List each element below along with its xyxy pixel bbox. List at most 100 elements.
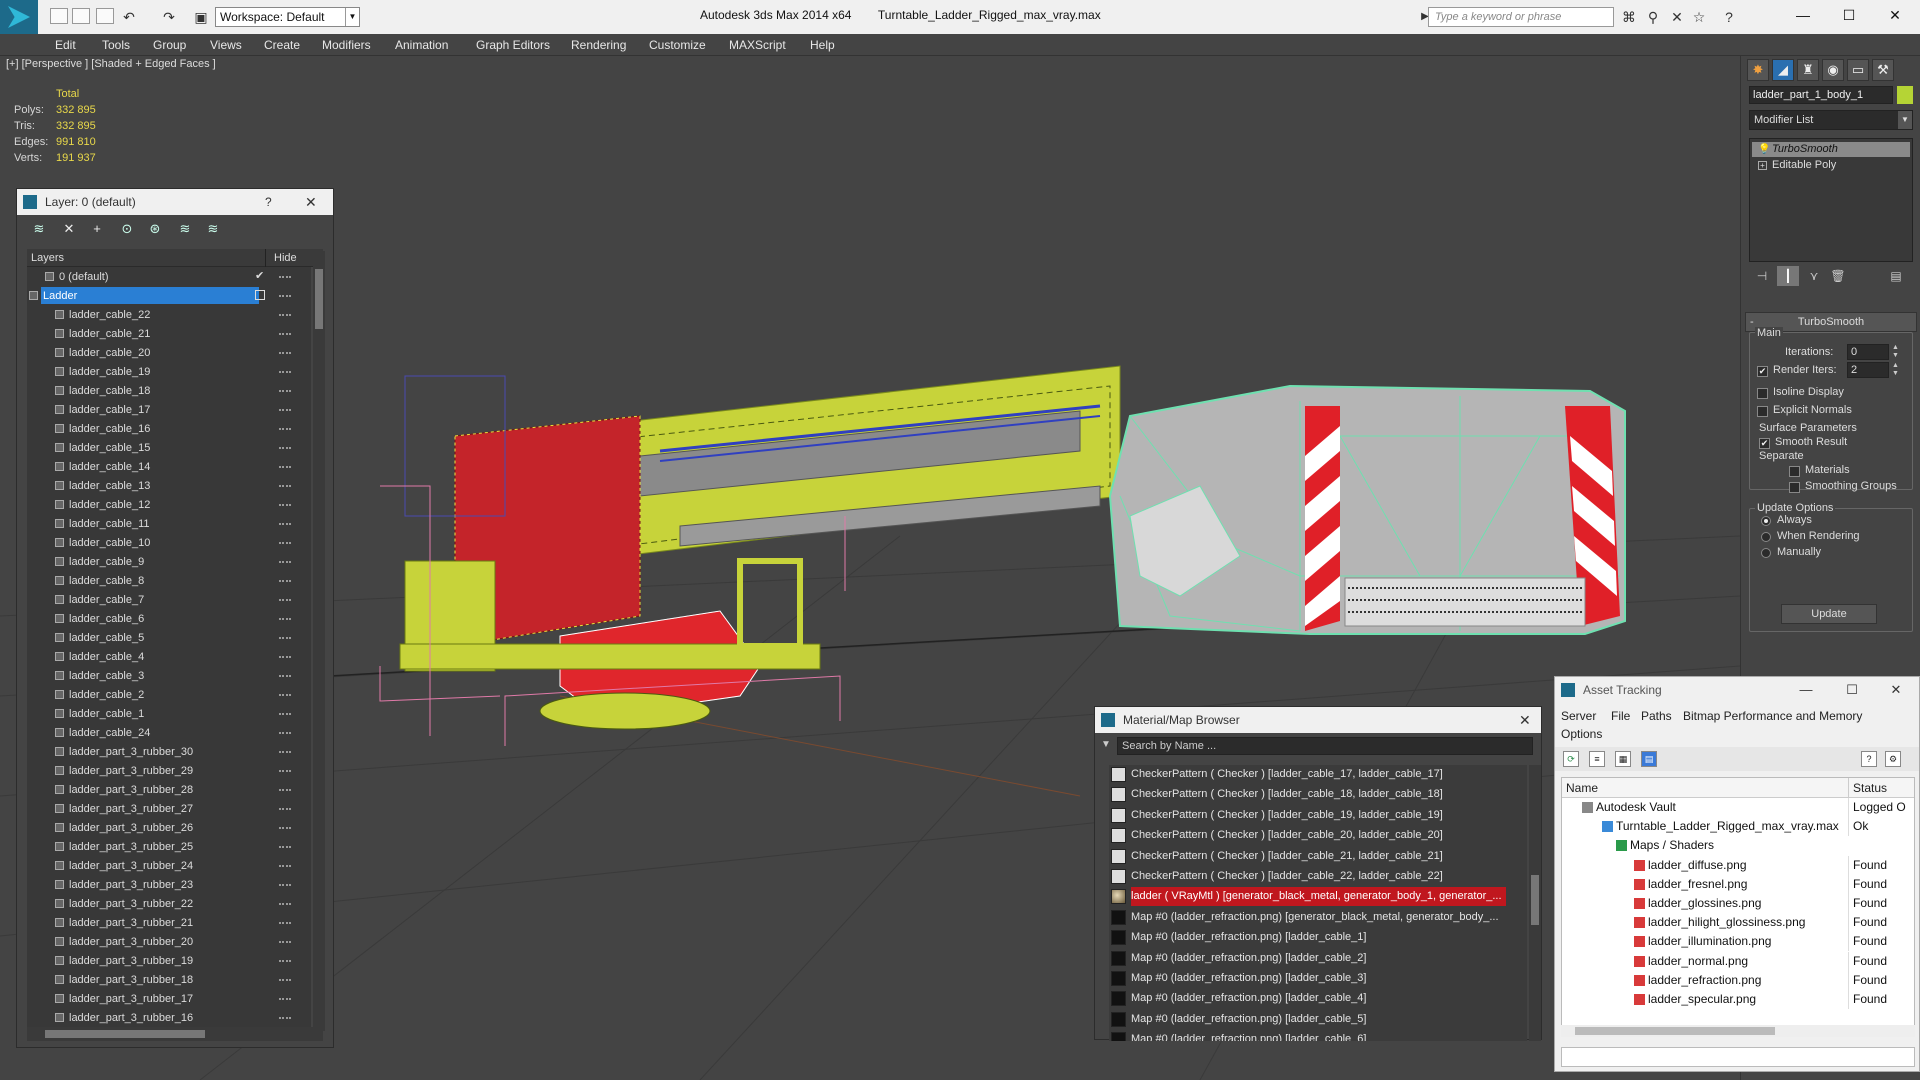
new-layer-icon[interactable]: ≋ [29, 220, 49, 238]
hide-toggle[interactable] [279, 751, 291, 753]
hide-toggle[interactable] [279, 409, 291, 411]
minimize-icon[interactable]: — [1787, 677, 1825, 703]
manually-radio[interactable] [1761, 548, 1771, 558]
hide-toggle[interactable] [279, 390, 291, 392]
hide-toggle[interactable] [279, 447, 291, 449]
active-layer-check-icon[interactable]: ✔ [255, 267, 264, 286]
layer-row[interactable]: ladder_part_3_rubber_27 [27, 799, 311, 818]
hide-toggle[interactable] [279, 979, 291, 981]
at-menu-options[interactable]: Options [1561, 727, 1602, 743]
hide-toggle[interactable] [279, 523, 291, 525]
viewport-label[interactable]: [+] [Perspective ] [Shaded + Edged Faces… [6, 58, 216, 70]
hide-toggle[interactable] [279, 371, 291, 373]
layer-row[interactable]: ladder_cable_24 [27, 723, 311, 742]
col-hide[interactable]: Hide [265, 249, 297, 267]
material-list-item[interactable]: Map #0 (ladder_refraction.png) [generato… [1109, 908, 1527, 927]
close-icon[interactable]: ✕ [1877, 677, 1915, 703]
hide-toggle[interactable] [279, 808, 291, 810]
material-list-item[interactable]: CheckerPattern ( Checker ) [ladder_cable… [1109, 785, 1527, 804]
menu-views[interactable]: Views [210, 34, 242, 56]
hide-toggle[interactable] [279, 295, 291, 297]
hide-toggle[interactable] [279, 561, 291, 563]
layer-row[interactable]: ladder_part_3_rubber_20 [27, 932, 311, 951]
layer-row[interactable]: ladder_cable_16 [27, 419, 311, 438]
make-unique-icon[interactable]: ⋎ [1803, 266, 1825, 286]
hide-toggle[interactable] [279, 352, 291, 354]
layer-row[interactable]: ladder_cable_3 [27, 666, 311, 685]
undo-icon[interactable]: ↶ [120, 8, 138, 26]
motion-tab-icon[interactable]: ◉ [1822, 59, 1844, 81]
browser-options-icon[interactable]: ▼ [1101, 739, 1111, 750]
at-menu-server[interactable]: Server [1561, 709, 1596, 725]
asset-row[interactable]: ladder_fresnel.png Found [1562, 874, 1914, 894]
thumbnail-view-icon[interactable]: ▦ [1615, 751, 1631, 767]
select-objects-icon[interactable]: ⊙ [117, 220, 137, 238]
create-tab-icon[interactable]: ✸ [1747, 59, 1769, 81]
col-name[interactable]: Name [1566, 778, 1598, 798]
asset-tracking-title-bar[interactable]: Asset Tracking — ☐ ✕ [1555, 677, 1919, 703]
maximize-icon[interactable]: ☐ [1826, 0, 1872, 30]
lightbulb-icon[interactable]: 💡 [1758, 142, 1770, 157]
add-to-layer-icon[interactable]: + [87, 220, 107, 238]
hide-toggle[interactable] [279, 580, 291, 582]
asset-row[interactable]: ladder_diffuse.png Found [1562, 855, 1914, 875]
asset-row[interactable]: ladder_glossines.png Found [1562, 894, 1914, 913]
layer-row[interactable]: ladder_cable_21 [27, 324, 311, 343]
layer-row[interactable]: ladder_cable_5 [27, 628, 311, 647]
layer-row[interactable]: ladder_cable_7 [27, 590, 311, 609]
hide-toggle[interactable] [279, 903, 291, 905]
close-icon[interactable]: ✕ [305, 189, 317, 215]
menu-maxscript[interactable]: MAXScript [729, 34, 786, 56]
hide-toggle[interactable] [279, 466, 291, 468]
list-view-icon[interactable]: ≡ [1589, 751, 1605, 767]
project-folder-icon[interactable]: ▣ [192, 8, 210, 26]
layer-row[interactable]: ladder_part_3_rubber_19 [27, 951, 311, 970]
hierarchy-tab-icon[interactable]: ♜ [1797, 59, 1819, 81]
binoculars-icon[interactable]: ⌘ [1620, 8, 1638, 26]
hide-toggle[interactable] [279, 713, 291, 715]
layer-row[interactable]: ladder_part_3_rubber_28 [27, 780, 311, 799]
object-color-swatch[interactable] [1897, 86, 1913, 104]
col-layers[interactable]: Layers [31, 249, 64, 267]
hide-toggle[interactable] [279, 998, 291, 1000]
materials-checkbox[interactable] [1789, 466, 1800, 477]
material-list-item[interactable]: Map #0 (ladder_refraction.png) [ladder_c… [1109, 989, 1527, 1008]
pin-stack-icon[interactable]: ⊣ [1751, 266, 1773, 286]
material-list-item[interactable]: CheckerPattern ( Checker ) [ladder_cable… [1109, 826, 1527, 845]
hide-toggle[interactable] [279, 599, 291, 601]
iterations-spinner[interactable]: ▲ ▼ [1891, 344, 1900, 360]
layer-row[interactable]: ladder_cable_18 [27, 381, 311, 400]
hide-toggle[interactable] [279, 770, 291, 772]
menu-customize[interactable]: Customize [649, 34, 706, 56]
layer-row[interactable]: ladder_cable_11 [27, 514, 311, 533]
help-icon[interactable]: ? [1861, 751, 1877, 767]
maximize-icon[interactable]: ☐ [1833, 677, 1871, 703]
asset-row[interactable]: Maps / Shaders [1562, 836, 1914, 855]
search-input[interactable]: Type a keyword or phrase [1428, 7, 1614, 27]
workspace-dropdown[interactable]: Workspace: Default ▼ [215, 7, 360, 27]
layer-row[interactable]: ladder_part_3_rubber_29 [27, 761, 311, 780]
layer-row[interactable]: ladder_cable_20 [27, 343, 311, 362]
layer-row[interactable]: ladder_part_3_rubber_26 [27, 818, 311, 837]
menu-create[interactable]: Create [264, 34, 300, 56]
hide-toggle[interactable] [279, 618, 291, 620]
layer-row[interactable]: ladder_cable_13 [27, 476, 311, 495]
new-file-icon[interactable] [50, 8, 68, 24]
render-iters-spinner[interactable]: ▲ ▼ [1891, 362, 1900, 378]
material-list-item[interactable]: Map #0 (ladder_refraction.png) [ladder_c… [1109, 1030, 1527, 1041]
when-rendering-radio[interactable] [1761, 532, 1771, 542]
save-file-icon[interactable] [96, 8, 114, 24]
smooth-result-checkbox[interactable]: ✔ [1759, 438, 1770, 449]
settings-icon[interactable]: ⚙ [1885, 751, 1901, 767]
material-list-item[interactable]: CheckerPattern ( Checker ) [ladder_cable… [1109, 765, 1527, 784]
asset-table-hscrollbar[interactable] [1561, 1025, 1915, 1037]
layer-row[interactable]: ladder_part_3_rubber_25 [27, 837, 311, 856]
render-iters-checkbox[interactable]: ✔ [1757, 366, 1768, 377]
layer-row[interactable]: ladder_cable_14 [27, 457, 311, 476]
redo-icon[interactable]: ↷ [160, 8, 178, 26]
asset-row[interactable]: ladder_hilight_glossiness.png Found [1562, 913, 1914, 933]
update-button[interactable]: Update [1781, 604, 1877, 624]
iterations-input[interactable]: 0 [1847, 344, 1889, 360]
menu-modifiers[interactable]: Modifiers [322, 34, 371, 56]
asset-row[interactable]: Turntable_Ladder_Rigged_max_vray.max Ok [1562, 817, 1914, 837]
